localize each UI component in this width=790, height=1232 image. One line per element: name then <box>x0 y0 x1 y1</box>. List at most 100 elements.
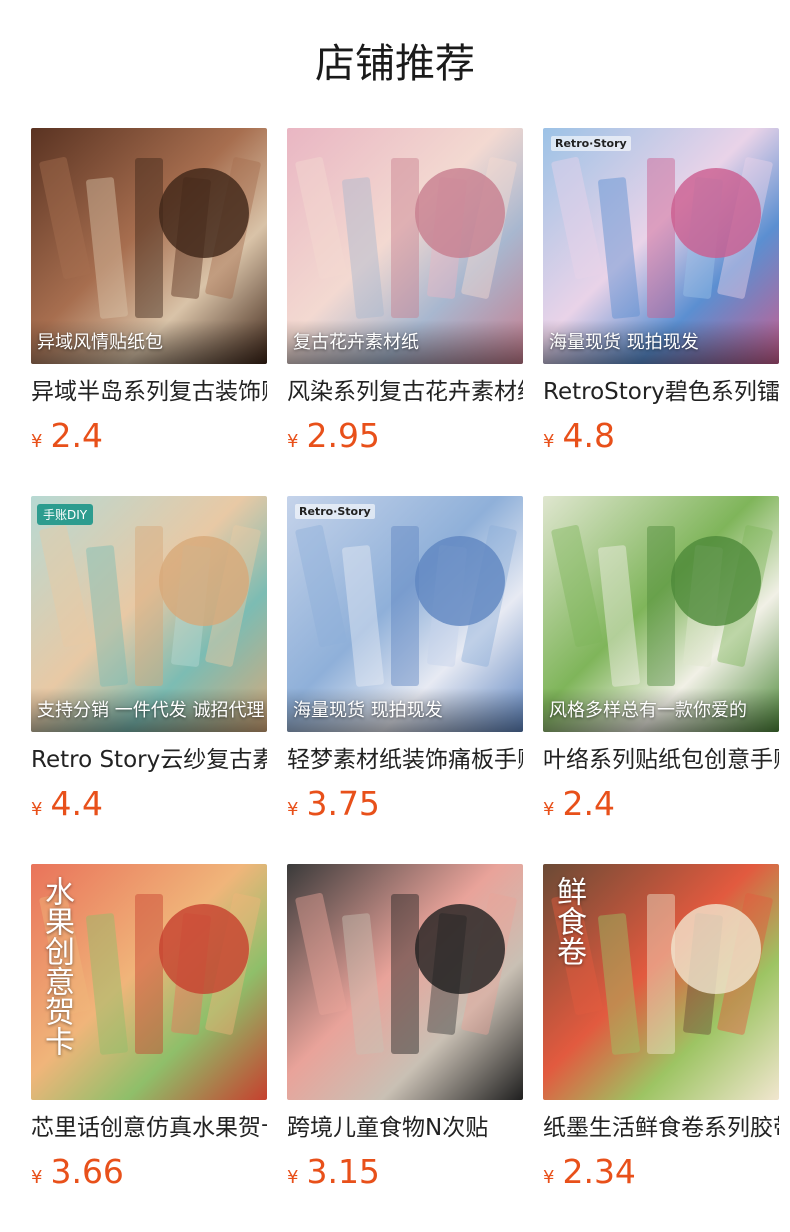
image-decoration <box>159 168 249 258</box>
image-decoration <box>135 526 163 686</box>
image-decoration <box>159 904 249 994</box>
product-image[interactable]: 支持分销 一件代发 诚招代理 手账DIY <box>31 496 267 732</box>
image-decoration <box>647 894 675 1054</box>
currency-symbol: ¥ <box>543 799 555 820</box>
image-decoration <box>550 156 604 280</box>
product-card[interactable]: 海量现货 现拍现发 Retro·Story 轻梦素材纸装饰痛板手账 ¥3.75 <box>287 496 523 830</box>
product-card[interactable]: 风格多样总有一款你爱的叶络系列贴纸包创意手账 ¥2.4 <box>543 496 779 830</box>
section-title: 店铺推荐 <box>315 41 475 87</box>
product-card[interactable]: 异域风情贴纸包异域半岛系列复古装饰贴纸包 ¥2.4 <box>31 128 267 462</box>
price-value: 2.34 <box>562 1152 636 1191</box>
product-card[interactable]: 水果创意贺卡芯里话创意仿真水果贺卡 ¥3.66 <box>31 864 267 1198</box>
currency-symbol: ¥ <box>31 1167 43 1188</box>
image-decoration <box>671 168 761 258</box>
image-decoration <box>85 544 129 688</box>
product-name[interactable]: 风染系列复古花卉素材纸 <box>287 376 523 408</box>
image-decoration <box>597 544 641 688</box>
image-tag: 手账DIY <box>37 504 94 525</box>
image-vertical-text: 水果创意贺卡 <box>39 876 74 1056</box>
image-decoration <box>671 536 761 626</box>
product-image[interactable] <box>287 864 523 1100</box>
product-image[interactable]: 异域风情贴纸包 <box>31 128 267 364</box>
product-price: ¥3.66 <box>31 1152 267 1198</box>
currency-symbol: ¥ <box>287 431 299 452</box>
image-overlay-text: 海量现货 现拍现发 <box>549 332 699 353</box>
product-price: ¥2.95 <box>287 416 523 462</box>
product-card[interactable]: 海量现货 现拍现发 Retro·Story RetroStory碧色系列镭射胶带 ¥4… <box>543 128 779 462</box>
product-price: ¥4.8 <box>543 416 779 462</box>
image-decoration <box>135 158 163 318</box>
product-name[interactable]: 异域半岛系列复古装饰贴纸包 <box>31 376 267 408</box>
image-decoration <box>294 524 348 648</box>
price-value: 4.4 <box>50 784 103 823</box>
product-price: ¥3.75 <box>287 784 523 830</box>
image-decoration <box>294 156 348 280</box>
image-decoration <box>671 904 761 994</box>
image-overlay-text: 复古花卉素材纸 <box>293 332 419 353</box>
image-decoration <box>341 544 385 688</box>
image-decoration <box>550 524 604 648</box>
product-card[interactable]: 鲜食卷纸墨生活鲜食卷系列胶带 ¥2.34 <box>543 864 779 1198</box>
image-decoration <box>647 158 675 318</box>
image-overlay-text: 支持分销 一件代发 诚招代理 <box>37 700 265 721</box>
product-image[interactable]: 海量现货 现拍现发 Retro·Story <box>543 128 779 364</box>
price-value: 2.4 <box>562 784 615 823</box>
product-card[interactable]: 复古花卉素材纸风染系列复古花卉素材纸 ¥2.95 <box>287 128 523 462</box>
price-value: 3.75 <box>306 784 380 823</box>
image-decoration <box>341 912 385 1056</box>
currency-symbol: ¥ <box>543 431 555 452</box>
image-decoration <box>647 526 675 686</box>
image-overlay-text: 海量现货 现拍现发 <box>293 700 443 721</box>
image-decoration <box>341 176 385 320</box>
image-decoration <box>415 536 505 626</box>
product-name[interactable]: 跨境儿童食物N次贴 <box>287 1112 523 1144</box>
brand-label: Retro·Story <box>551 136 631 151</box>
price-value: 2.4 <box>50 416 103 455</box>
product-name[interactable]: 芯里话创意仿真水果贺卡 <box>31 1112 267 1144</box>
product-name[interactable]: RetroStory碧色系列镭射胶带 <box>543 376 779 408</box>
product-price: ¥4.4 <box>31 784 267 830</box>
product-price: ¥3.15 <box>287 1152 523 1198</box>
product-card[interactable]: 支持分销 一件代发 诚招代理手账DIY Retro Story云纱复古素材纸 ¥4.… <box>31 496 267 830</box>
currency-symbol: ¥ <box>287 1167 299 1188</box>
price-value: 3.15 <box>306 1152 380 1191</box>
product-image[interactable]: 鲜食卷 <box>543 864 779 1100</box>
image-decoration <box>415 904 505 994</box>
image-decoration <box>135 894 163 1054</box>
price-value: 4.8 <box>562 416 615 455</box>
product-price: ¥2.4 <box>31 416 267 462</box>
product-name[interactable]: 纸墨生活鲜食卷系列胶带 <box>543 1112 779 1144</box>
currency-symbol: ¥ <box>31 799 43 820</box>
image-decoration <box>38 156 92 280</box>
product-card[interactable]: 跨境儿童食物N次贴 ¥3.15 <box>287 864 523 1198</box>
price-value: 3.66 <box>50 1152 124 1191</box>
product-price: ¥2.34 <box>543 1152 779 1198</box>
image-decoration <box>85 912 129 1056</box>
image-decoration <box>294 892 348 1016</box>
product-image[interactable]: 海量现货 现拍现发 Retro·Story <box>287 496 523 732</box>
product-name[interactable]: Retro Story云纱复古素材纸 <box>31 744 267 776</box>
image-decoration <box>597 176 641 320</box>
image-decoration <box>391 894 419 1054</box>
brand-label: Retro·Story <box>295 504 375 519</box>
image-decoration <box>85 176 129 320</box>
product-image[interactable]: 复古花卉素材纸 <box>287 128 523 364</box>
image-decoration <box>159 536 249 626</box>
image-decoration <box>391 526 419 686</box>
currency-symbol: ¥ <box>287 799 299 820</box>
product-image[interactable]: 水果创意贺卡 <box>31 864 267 1100</box>
product-image[interactable]: 风格多样总有一款你爱的 <box>543 496 779 732</box>
product-name[interactable]: 叶络系列贴纸包创意手账 <box>543 744 779 776</box>
image-decoration <box>597 912 641 1056</box>
product-name[interactable]: 轻梦素材纸装饰痛板手账 <box>287 744 523 776</box>
currency-symbol: ¥ <box>543 1167 555 1188</box>
price-value: 2.95 <box>306 416 380 455</box>
product-price: ¥2.4 <box>543 784 779 830</box>
image-decoration <box>391 158 419 318</box>
currency-symbol: ¥ <box>31 431 43 452</box>
image-overlay-text: 异域风情贴纸包 <box>37 332 163 353</box>
image-vertical-text: 鲜食卷 <box>551 876 586 966</box>
image-decoration <box>38 524 92 648</box>
image-overlay-text: 风格多样总有一款你爱的 <box>549 700 747 721</box>
image-decoration <box>415 168 505 258</box>
